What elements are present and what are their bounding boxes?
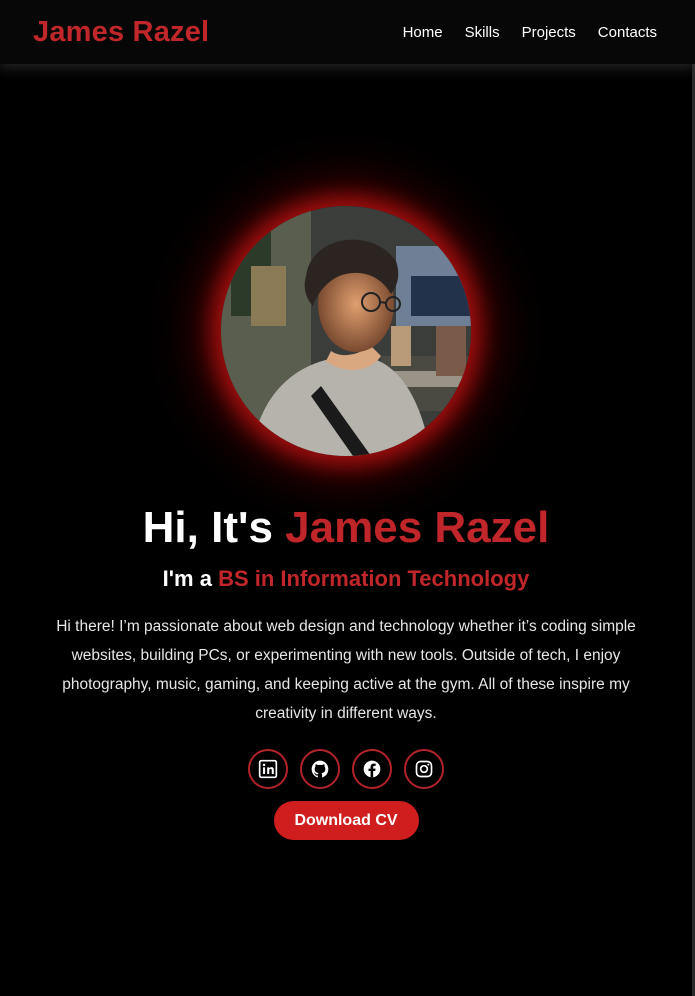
social-links <box>248 749 444 789</box>
linkedin-link[interactable] <box>248 749 288 789</box>
about-paragraph: Hi there! I’m passionate about web desig… <box>56 618 636 722</box>
profile-photo-image <box>221 206 471 456</box>
github-link[interactable] <box>300 749 340 789</box>
role-text: BS in Information Technology <box>218 566 530 591</box>
role-prefix: I'm a <box>162 566 212 591</box>
linkedin-icon <box>258 759 278 779</box>
github-icon <box>311 760 329 778</box>
nav-link-contacts[interactable]: Contacts <box>598 24 657 41</box>
navbar: James Razel Home Skills Projects Contact… <box>0 0 695 64</box>
hero-subheading: I'm a BS in Information Technology <box>163 566 530 592</box>
instagram-link[interactable] <box>404 749 444 789</box>
greeting-prefix: Hi, It's <box>142 503 273 552</box>
facebook-link[interactable] <box>352 749 392 789</box>
nav-links: Home Skills Projects Contacts <box>403 24 657 41</box>
nav-link-home[interactable]: Home <box>403 24 443 41</box>
nav-link-skills[interactable]: Skills <box>465 24 500 41</box>
brand-logo[interactable]: James Razel <box>33 16 209 49</box>
hero-name: James Razel <box>285 503 550 552</box>
nav-link-projects[interactable]: Projects <box>522 24 576 41</box>
profile-photo <box>221 206 471 456</box>
facebook-icon <box>363 760 381 778</box>
hero-headline: Hi, It's James Razel <box>143 502 550 554</box>
hero-section: Hi, It's James Razel I'm a BS in Informa… <box>0 64 692 996</box>
instagram-icon <box>415 760 433 778</box>
download-cv-button[interactable]: Download CV <box>273 801 419 840</box>
